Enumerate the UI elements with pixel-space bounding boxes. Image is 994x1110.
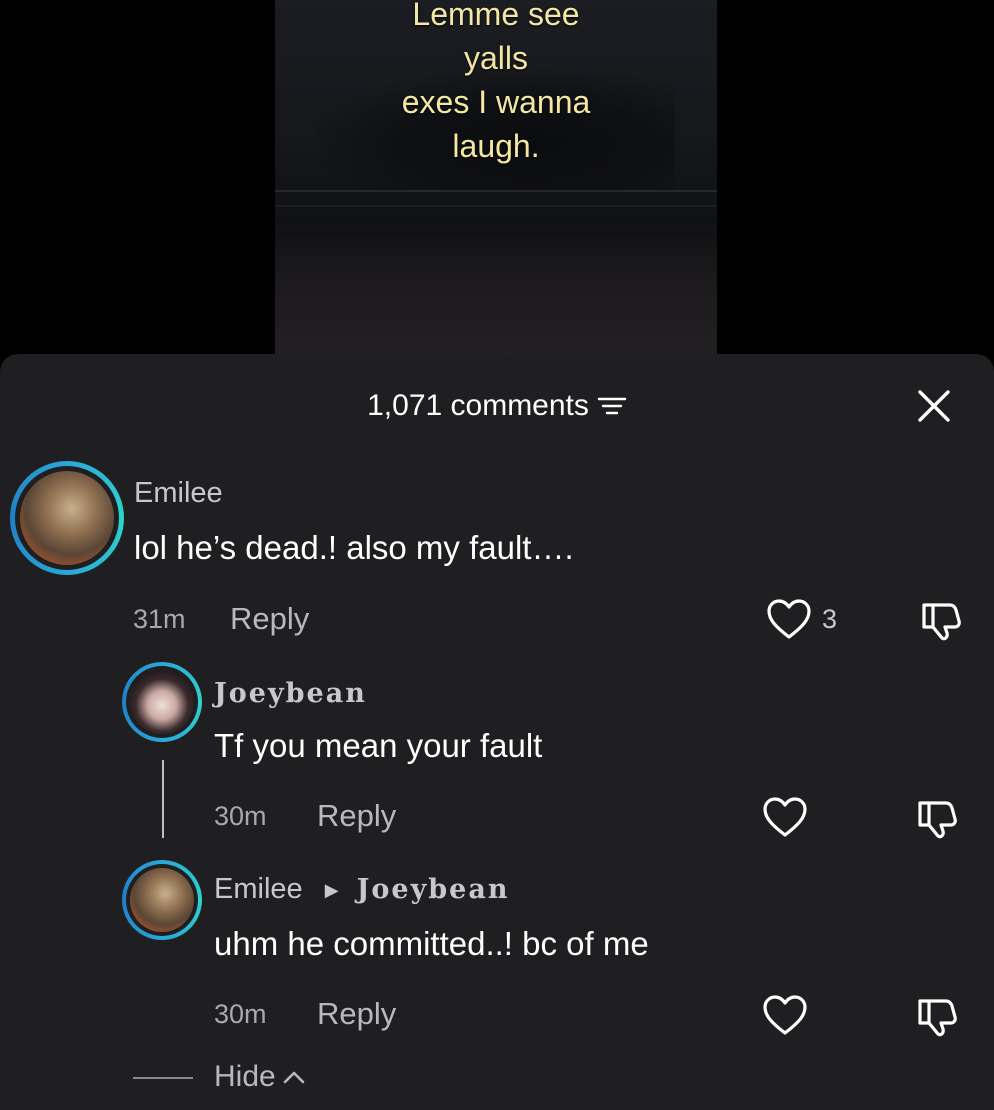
video-road-line [275, 205, 717, 207]
close-icon [918, 390, 950, 422]
like-count: 3 [822, 603, 838, 634]
heart-icon [767, 599, 811, 639]
comment-time: 31m [133, 604, 186, 634]
thumbs-down-icon [918, 999, 957, 1037]
dislike-button[interactable] [914, 995, 958, 1042]
heart-icon [763, 797, 807, 837]
heart-icon [763, 995, 807, 1035]
reply-button[interactable]: Reply [230, 601, 309, 637]
dislike-button[interactable] [914, 797, 958, 844]
dislike-button[interactable] [918, 599, 962, 646]
like-button[interactable] [762, 796, 808, 838]
reply-author-line: Emilee ▶ Joeybean [214, 873, 509, 906]
video-caption: Lemme see yalls exes I wanna laugh. [275, 0, 717, 168]
filter-icon[interactable] [597, 395, 627, 417]
video-road-line [275, 190, 717, 192]
caption-line: laugh. [452, 128, 540, 164]
caption-line: Lemme see [412, 0, 580, 32]
hide-replies-button[interactable]: Hide [214, 1060, 306, 1094]
caption-line: exes I wanna [401, 84, 591, 120]
reply-button[interactable]: Reply [317, 798, 396, 834]
hide-divider [133, 1077, 193, 1079]
comment-author[interactable]: Emilee [134, 477, 223, 510]
reply-to-author[interactable]: Joeybean [357, 874, 510, 905]
avatar[interactable] [122, 662, 202, 742]
close-button[interactable] [914, 386, 954, 426]
comment-text: lol he’s dead.! also my fault…. [134, 529, 574, 566]
reply-text: uhm he committed..! bc of me [214, 925, 649, 962]
reply-author[interactable]: Joeybean [214, 678, 367, 709]
reply-time: 30m [214, 999, 267, 1029]
reply-text: Tf you mean your fault [214, 727, 543, 764]
thumbs-down-icon [918, 801, 957, 839]
thumbs-down-icon [922, 603, 961, 641]
caption-line: yalls [463, 40, 528, 76]
chevron-up-icon [283, 1071, 305, 1084]
reply-button[interactable]: Reply [317, 996, 396, 1032]
thread-line [162, 760, 164, 838]
reply-time: 30m [214, 801, 267, 831]
hide-label: Hide [214, 1060, 276, 1093]
reply-to-arrow-icon: ▶ [324, 879, 339, 900]
reply-author[interactable]: Emilee [214, 873, 303, 905]
avatar[interactable] [122, 860, 202, 940]
like-button[interactable]: 3 [766, 598, 837, 640]
like-button[interactable] [762, 994, 808, 1036]
sheet-header: 1,071 comments [0, 384, 994, 428]
avatar[interactable] [10, 461, 124, 575]
comment-count: 1,071 comments [367, 389, 589, 422]
video-player[interactable]: Lemme see yalls exes I wanna laugh. [275, 0, 717, 360]
